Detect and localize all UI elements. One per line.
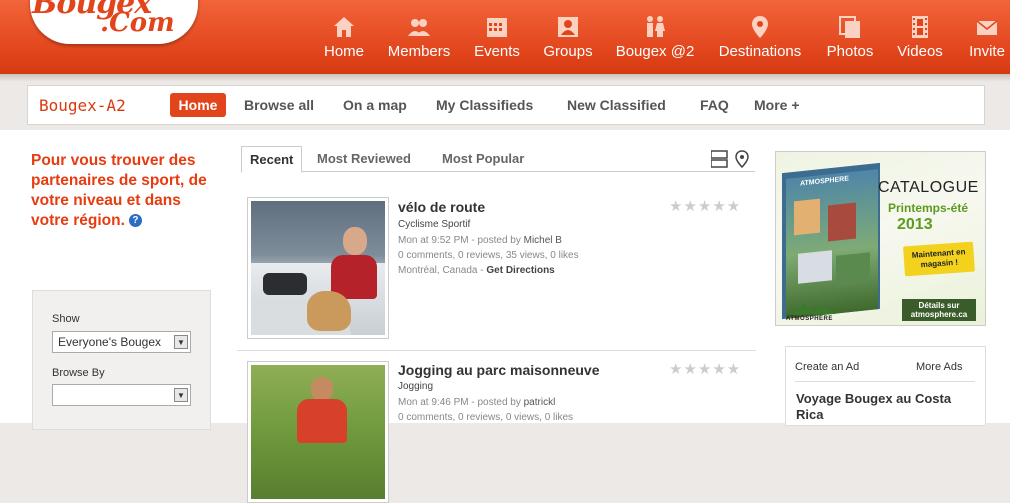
subnav-browse-all[interactable]: Browse all — [244, 97, 314, 113]
map-view-icon[interactable] — [735, 150, 749, 169]
topnav-photos-label: Photos — [826, 43, 874, 60]
show-label: Show — [52, 313, 80, 325]
logo-line2-text: Com — [109, 8, 175, 38]
listing-divider — [237, 350, 756, 351]
topnav-bougex-2-label: Bougex @2 — [615, 43, 695, 60]
sub-navigation: Bougex-A2 Home Browse all On a map My Cl… — [27, 85, 985, 125]
rating-stars[interactable]: ★★★★★ — [669, 360, 741, 378]
subnav-my-classifieds[interactable]: My Classifieds — [436, 97, 533, 113]
topnav-home[interactable]: Home — [323, 14, 365, 70]
tab-most-popular[interactable]: Most Popular — [442, 146, 524, 172]
chevron-down-icon[interactable]: ▼ — [174, 388, 188, 402]
topnav-groups[interactable]: Groups — [541, 14, 595, 70]
ad-season: Printemps-été — [888, 201, 969, 215]
more-ads-link[interactable]: More Ads — [916, 361, 962, 373]
listing-posted: Mon at 9:46 PM - posted by patrickl — [398, 397, 555, 408]
topnav-invite[interactable]: Invite — [964, 14, 1010, 70]
topnav-members[interactable]: Members — [386, 14, 452, 70]
listing-thumbnail[interactable] — [247, 197, 389, 339]
listing-category[interactable]: Jogging — [398, 381, 433, 392]
topnav-videos-label: Videos — [897, 43, 943, 60]
subnav-on-a-map[interactable]: On a map — [343, 97, 407, 113]
ad-details-text: Détails sur atmosphere.ca — [910, 301, 968, 319]
listing-thumbnail[interactable] — [247, 361, 389, 503]
topnav-destinations-label: Destinations — [718, 43, 802, 60]
header-shadow — [0, 74, 1010, 82]
topnav-events-label: Events — [474, 43, 520, 60]
listing-posted: Mon at 9:52 PM - posted by Michel B — [398, 235, 562, 246]
ads-divider — [795, 381, 975, 382]
browse-by-select[interactable]: ▼ — [52, 384, 191, 406]
site-logo[interactable]: Bougex .Com — [30, 0, 198, 44]
rating-stars[interactable]: ★★★★★ — [669, 197, 741, 215]
topnav-bougex-2[interactable]: Bougex @2 — [615, 14, 695, 70]
topnav-home-label: Home — [323, 43, 364, 60]
ad-details[interactable]: Détails sur atmosphere.ca — [902, 299, 976, 321]
show-select[interactable]: Everyone's Bougex ▼ — [52, 331, 191, 353]
members-icon — [408, 19, 430, 36]
topnav-videos[interactable]: Videos — [896, 14, 944, 70]
get-directions-link[interactable]: Get Directions — [486, 265, 554, 276]
browse-by-label: Browse By — [52, 367, 105, 379]
topnav-invite-label: Invite — [969, 43, 1005, 60]
subnav-more[interactable]: More + — [754, 97, 800, 113]
calendar-icon — [487, 18, 507, 37]
ads-box: Create an Ad More Ads Voyage Bougex au C… — [785, 346, 986, 426]
photos-icon — [839, 16, 860, 38]
help-icon[interactable]: ? — [128, 214, 142, 227]
ad-badge-text: Maintenant en magasin ! — [911, 247, 966, 270]
intro-text-block: Pour vous trouver des partenaires de spo… — [31, 151, 221, 231]
list-view-icon[interactable] — [710, 150, 728, 168]
listing-posted-text: Mon at 9:46 PM - posted by — [398, 397, 521, 408]
chevron-down-icon[interactable]: ▼ — [174, 335, 188, 349]
topnav-photos[interactable]: Photos — [825, 14, 875, 70]
film-icon — [912, 16, 928, 38]
listing-posted-text: Mon at 9:52 PM - posted by — [398, 235, 521, 246]
listing-title[interactable]: vélo de route — [398, 199, 485, 215]
listing-author[interactable]: patrickl — [524, 397, 556, 408]
listing-title[interactable]: Jogging au parc maisonneuve — [398, 362, 600, 378]
ad-banner[interactable]: ATMOSPHERE CATALOGUE Printemps-été 2013 … — [775, 151, 986, 326]
subnav-faq[interactable]: FAQ — [700, 97, 729, 113]
ad-badge: Maintenant en magasin ! — [903, 241, 975, 277]
listing-tabs: Recent Most Reviewed Most Popular — [241, 146, 755, 173]
listing-location: Montréal, Canada - Get Directions — [398, 265, 555, 276]
subnav-new-classified[interactable]: New Classified — [567, 97, 666, 113]
topnav-members-label: Members — [387, 43, 451, 60]
mail-icon — [976, 20, 998, 35]
subnav-home-button[interactable]: Home — [170, 93, 226, 117]
map-pin-icon — [752, 16, 768, 38]
listing-location-text: Montréal, Canada - — [398, 265, 484, 276]
topnav-groups-label: Groups — [543, 43, 593, 60]
listing-category[interactable]: Cyclisme Sportif — [398, 219, 470, 230]
logo-line2: .Com — [100, 8, 175, 38]
topnav-events[interactable]: Events — [474, 14, 520, 70]
tab-most-reviewed[interactable]: Most Reviewed — [317, 146, 411, 172]
ad-brand-bottom: ATMOSPHERE — [786, 316, 833, 322]
filter-panel: Show Everyone's Bougex ▼ Browse By ▼ — [32, 290, 211, 430]
listing-stats: 0 comments, 0 reviews, 35 views, 0 likes — [398, 250, 579, 261]
section-brand[interactable]: Bougex-A2 — [39, 96, 126, 115]
home-icon — [334, 17, 354, 37]
view-toggle — [710, 150, 755, 172]
couple-icon — [647, 16, 665, 37]
ad-year: 2013 — [897, 216, 933, 233]
group-icon — [558, 17, 578, 37]
show-select-value: Everyone's Bougex — [58, 335, 162, 349]
create-ad-link[interactable]: Create an Ad — [795, 361, 859, 373]
ad-catalogue: CATALOGUE — [878, 179, 979, 196]
listing-stats: 0 comments, 0 reviews, 0 views, 0 likes — [398, 412, 574, 423]
intro-text: Pour vous trouver des partenaires de spo… — [31, 152, 207, 229]
ad-title-link[interactable]: Voyage Bougex au Costa Rica — [796, 391, 966, 423]
tab-recent[interactable]: Recent — [241, 146, 303, 173]
listing-author[interactable]: Michel B — [524, 235, 562, 246]
topnav-destinations[interactable]: Destinations — [716, 14, 804, 70]
